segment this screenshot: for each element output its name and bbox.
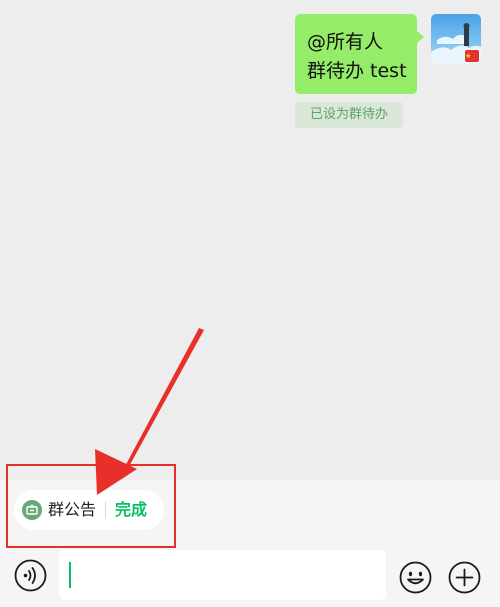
plus-icon[interactable] (448, 561, 481, 594)
voice-icon[interactable] (14, 559, 47, 592)
annotation-arrow (95, 328, 204, 495)
text-cursor (69, 562, 71, 588)
chat-window: @所有人 群待办 test 已设为群待办 群公告 完成 (0, 0, 500, 607)
emoji-icon[interactable] (399, 561, 432, 594)
message-input[interactable] (59, 550, 386, 600)
